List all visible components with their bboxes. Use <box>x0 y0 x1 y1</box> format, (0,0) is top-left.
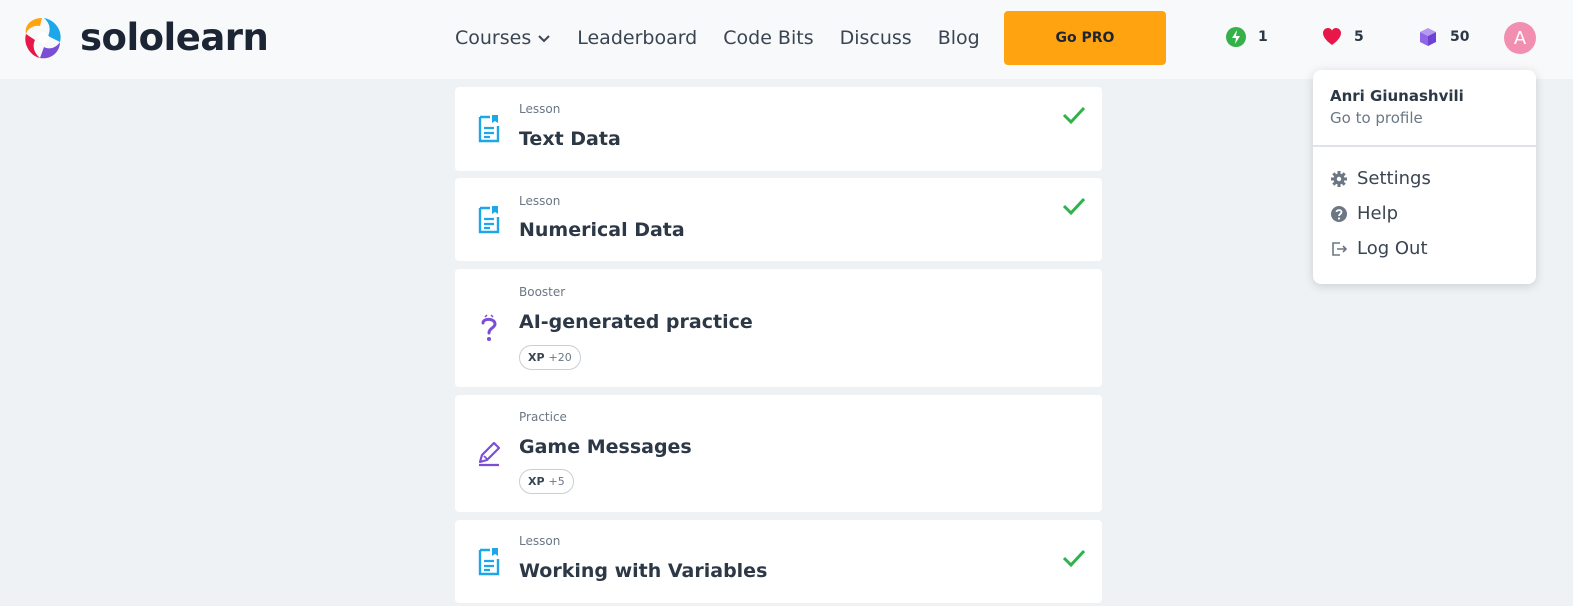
gear-icon <box>1331 170 1347 187</box>
card-title: Numerical Data <box>519 219 685 241</box>
menu-item-label: Log Out <box>1357 238 1428 259</box>
xp-value: +20 <box>548 351 572 364</box>
card-kind-label: Lesson <box>519 102 561 116</box>
lesson-card[interactable]: Lesson Numerical Data <box>455 178 1102 261</box>
hearts-count: 5 <box>1354 29 1364 45</box>
nav-discuss[interactable]: Discuss <box>840 24 912 52</box>
card-kind-label: Lesson <box>519 534 561 548</box>
main-nav: Courses Leaderboard Code Bits Discuss Bl… <box>455 24 980 52</box>
bits-counter[interactable]: 50 <box>1417 26 1469 48</box>
xp-badge: XP +5 <box>519 469 574 494</box>
sololearn-logo[interactable]: sololearn <box>18 14 269 62</box>
logo-text: sololearn <box>80 16 269 59</box>
streak-bolt-icon <box>1226 27 1246 47</box>
question-mark-icon <box>481 314 497 341</box>
card-kind-label: Practice <box>519 410 567 424</box>
streak-counter[interactable]: 1 <box>1225 26 1268 48</box>
help-icon <box>1331 205 1347 222</box>
avatar[interactable]: A <box>1504 22 1536 54</box>
xp-label: XP <box>528 351 545 364</box>
completed-check-icon <box>1062 106 1086 125</box>
menu-item-log-out[interactable]: Log Out <box>1330 238 1428 259</box>
bits-cube-icon <box>1420 28 1436 46</box>
hearts-counter[interactable]: 5 <box>1321 26 1364 48</box>
go-to-profile-link[interactable]: Go to profile <box>1330 109 1423 127</box>
card-title: AI-generated practice <box>519 311 753 333</box>
menu-item-help[interactable]: Help <box>1330 203 1398 224</box>
menu-item-label: Settings <box>1357 168 1431 189</box>
practice-card[interactable]: Practice Game Messages XP +5 <box>455 395 1102 512</box>
card-kind-label: Booster <box>519 285 566 299</box>
logout-icon <box>1332 241 1348 256</box>
go-pro-button[interactable]: Go PRO <box>1004 11 1166 65</box>
lesson-document-icon <box>478 115 500 143</box>
nav-code-bits[interactable]: Code Bits <box>723 24 813 52</box>
card-title: Game Messages <box>519 436 692 458</box>
streak-count: 1 <box>1258 29 1268 45</box>
heart-icon <box>1323 28 1341 45</box>
booster-card[interactable]: Booster AI-generated practice XP +20 <box>455 269 1102 387</box>
card-title: Text Data <box>519 128 621 150</box>
user-name: Anri Giunashvili <box>1330 87 1464 105</box>
menu-item-settings[interactable]: Settings <box>1330 168 1431 189</box>
top-header: sololearn Courses Leaderboard Code Bits … <box>0 0 1573 80</box>
nav-blog[interactable]: Blog <box>938 24 980 52</box>
lesson-card[interactable]: Lesson Working with Variables <box>455 520 1102 603</box>
completed-check-icon <box>1062 197 1086 216</box>
chevron-down-icon <box>538 35 550 43</box>
card-kind-label: Lesson <box>519 194 561 208</box>
menu-divider <box>1313 145 1536 147</box>
xp-value: +5 <box>548 475 565 488</box>
nav-courses-label: Courses <box>455 27 532 49</box>
nav-courses[interactable]: Courses <box>455 24 551 52</box>
lesson-document-icon <box>478 548 500 576</box>
nav-leaderboard[interactable]: Leaderboard <box>577 24 697 52</box>
xp-badge: XP +20 <box>519 345 581 370</box>
pencil-icon <box>478 441 501 467</box>
sololearn-logo-icon <box>25 18 61 59</box>
profile-dropdown: Anri Giunashvili Go to profile Settings … <box>1313 70 1536 284</box>
card-title: Working with Variables <box>519 560 768 582</box>
lesson-document-icon <box>478 206 500 234</box>
menu-item-label: Help <box>1357 203 1399 224</box>
lesson-card[interactable]: Lesson Text Data <box>455 87 1102 171</box>
completed-check-icon <box>1062 549 1086 568</box>
xp-label: XP <box>528 475 545 488</box>
bits-count: 50 <box>1450 29 1470 45</box>
